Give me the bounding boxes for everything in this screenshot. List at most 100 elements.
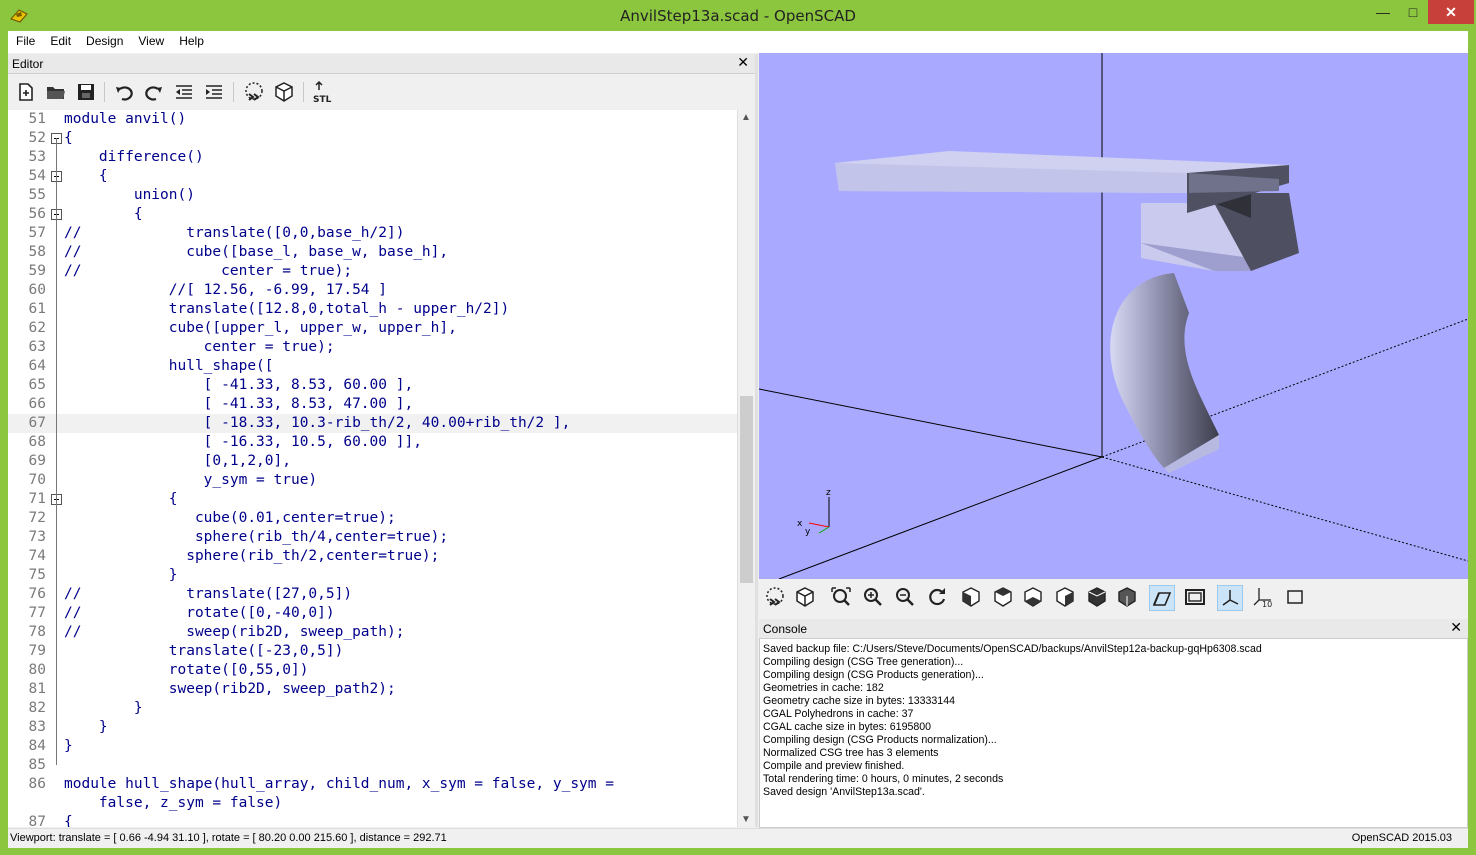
code-line[interactable]: 54 { bbox=[8, 167, 737, 186]
scroll-down-icon[interactable]: ▼ bbox=[741, 814, 751, 825]
code-line[interactable]: 75 } bbox=[8, 566, 737, 585]
export-stl-icon[interactable]: STL bbox=[311, 80, 335, 105]
new-file-icon[interactable] bbox=[14, 80, 38, 104]
render-icon[interactable] bbox=[272, 80, 296, 104]
code-line[interactable]: 66 [ -41.33, 8.53, 47.00 ], bbox=[8, 395, 737, 414]
maximize-button[interactable]: □ bbox=[1398, 0, 1428, 24]
3d-viewport[interactable]: z x y bbox=[759, 53, 1468, 579]
editor-vertical-scrollbar[interactable]: ▲ ▼ bbox=[737, 110, 755, 827]
preview-icon[interactable] bbox=[763, 585, 787, 609]
scroll-up-icon[interactable]: ▲ bbox=[741, 112, 751, 123]
line-number: 71 bbox=[28, 491, 46, 507]
code-line[interactable]: 60 //[ 12.56, -6.99, 17.54 ] bbox=[8, 281, 737, 300]
view-right-icon[interactable] bbox=[959, 585, 983, 609]
show-axes-icon[interactable] bbox=[1217, 585, 1243, 611]
window-frame-left bbox=[0, 31, 8, 855]
code-line[interactable]: 63 center = true); bbox=[8, 338, 737, 357]
code-line[interactable]: 74 sphere(rib_th/2,center=true); bbox=[8, 547, 737, 566]
console-label: Console bbox=[763, 622, 808, 636]
menu-view[interactable]: View bbox=[130, 31, 171, 48]
console-line: Geometry cache size in bytes: 13333144 bbox=[763, 695, 955, 707]
code-line[interactable]: 73 sphere(rib_th/4,center=true); bbox=[8, 528, 737, 547]
indent-icon[interactable] bbox=[202, 80, 226, 104]
code-line[interactable]: 64 hull_shape([ bbox=[8, 357, 737, 376]
console-line: Compiling design (CSG Products normaliza… bbox=[763, 734, 997, 746]
console-line: Normalized CSG tree has 3 elements bbox=[763, 747, 939, 759]
svg-text:STL: STL bbox=[313, 95, 332, 104]
zoom-out-icon[interactable] bbox=[893, 585, 917, 609]
code-line[interactable]: 62 cube([upper_l, upper_w, upper_h], bbox=[8, 319, 737, 338]
code-line[interactable]: 84} bbox=[8, 737, 737, 756]
scrollbar-thumb[interactable] bbox=[740, 396, 753, 583]
unindent-icon[interactable] bbox=[172, 80, 196, 104]
line-number: 54 bbox=[28, 168, 46, 184]
view-top-icon[interactable] bbox=[991, 585, 1015, 609]
code-line[interactable]: 51 module anvil() bbox=[8, 110, 737, 129]
console-line: CGAL cache size in bytes: 6195800 bbox=[763, 721, 932, 733]
console-close-icon[interactable]: ✕ bbox=[1450, 619, 1462, 636]
code-text: false, z_sym = false) bbox=[64, 795, 283, 811]
code-text: [0,1,2,0], bbox=[64, 453, 291, 469]
minimize-button[interactable]: — bbox=[1368, 0, 1398, 24]
axis-z-label: z bbox=[826, 488, 831, 498]
code-line[interactable]: 70 y_sym = true) bbox=[8, 471, 737, 490]
code-line[interactable]: 55 union() bbox=[8, 186, 737, 205]
code-line[interactable]: 81 sweep(rib2D, sweep_path2); bbox=[8, 680, 737, 699]
code-line[interactable]: 78 // sweep(rib2D, sweep_path); bbox=[8, 623, 737, 642]
code-line[interactable]: 85 bbox=[8, 756, 737, 775]
view-front-icon[interactable] bbox=[1085, 585, 1109, 609]
code-text: center = true); bbox=[64, 339, 335, 355]
code-line[interactable]: 53 difference() bbox=[8, 148, 737, 167]
code-line[interactable]: 87 { bbox=[8, 813, 737, 827]
code-line[interactable]: 79 translate([-23,0,5]) bbox=[8, 642, 737, 661]
code-line[interactable]: 72 cube(0.01,center=true); bbox=[8, 509, 737, 528]
view-back-icon[interactable] bbox=[1115, 585, 1139, 609]
code-line[interactable]: 86 module hull_shape(hull_array, child_nu… bbox=[8, 775, 737, 794]
menu-edit[interactable]: Edit bbox=[42, 31, 78, 48]
code-line[interactable]: 82 } bbox=[8, 699, 737, 718]
code-line[interactable]: 61 translate([12.8,0,total_h - upper_h/2… bbox=[8, 300, 737, 319]
close-button[interactable]: ✕ bbox=[1428, 0, 1474, 24]
code-line[interactable]: 65 [ -41.33, 8.53, 60.00 ], bbox=[8, 376, 737, 395]
line-number: 83 bbox=[28, 719, 46, 735]
code-line[interactable]: 76 // translate([27,0,5]) bbox=[8, 585, 737, 604]
undo-icon[interactable] bbox=[112, 80, 136, 104]
title-bar[interactable]: AnvilStep13a.scad - OpenSCAD — □ ✕ bbox=[0, 0, 1476, 31]
menu-help[interactable]: Help bbox=[171, 31, 211, 48]
console-output[interactable]: Saved backup file: C:/Users/Steve/Docume… bbox=[759, 638, 1468, 828]
code-line[interactable]: 57 // translate([0,0,base_h/2]) bbox=[8, 224, 737, 243]
code-line[interactable]: 52 { bbox=[8, 129, 737, 148]
orthogonal-icon[interactable] bbox=[1183, 585, 1207, 609]
redo-icon[interactable] bbox=[142, 80, 166, 104]
view-all-icon[interactable] bbox=[829, 585, 853, 609]
code-line[interactable]: 83 } bbox=[8, 718, 737, 737]
show-scale-markers-icon[interactable]: 10 bbox=[1251, 585, 1275, 609]
code-line[interactable]: 71 { bbox=[8, 490, 737, 509]
code-line[interactable]: 68 [ -16.33, 10.5, 60.00 ]], bbox=[8, 433, 737, 452]
code-editor[interactable]: 51 module anvil() 52{53 difference() 54 {55… bbox=[8, 110, 737, 827]
menu-file[interactable]: File bbox=[8, 31, 42, 48]
code-line[interactable]: 56 { bbox=[8, 205, 737, 224]
save-file-icon[interactable] bbox=[74, 80, 98, 104]
code-line[interactable]: 58 // cube([base_l, base_w, base_h], bbox=[8, 243, 737, 262]
panel-splitter[interactable] bbox=[755, 54, 758, 827]
render-icon[interactable] bbox=[793, 585, 817, 609]
view-left-icon[interactable] bbox=[1053, 585, 1077, 609]
perspective-icon[interactable] bbox=[1149, 585, 1175, 611]
code-line[interactable]: 77 // rotate([0,-40,0]) bbox=[8, 604, 737, 623]
preview-icon[interactable] bbox=[242, 80, 266, 104]
code-line[interactable]: 80 rotate([0,55,0]) bbox=[8, 661, 737, 680]
reset-view-icon[interactable] bbox=[925, 585, 949, 609]
show-edges-icon[interactable] bbox=[1283, 585, 1307, 609]
editor-close-icon[interactable]: ✕ bbox=[737, 54, 749, 71]
code-line[interactable]: 69 [0,1,2,0], bbox=[8, 452, 737, 471]
openscad-window: AnvilStep13a.scad - OpenSCAD — □ ✕ File E… bbox=[0, 0, 1476, 855]
view-bottom-icon[interactable] bbox=[1021, 585, 1045, 609]
menu-design[interactable]: Design bbox=[78, 31, 130, 48]
code-line[interactable]: false, z_sym = false) bbox=[8, 794, 737, 813]
code-line[interactable]: 67 [ -18.33, 10.3-rib_th/2, 40.00+rib_th… bbox=[8, 414, 737, 433]
code-line[interactable]: 59 // center = true); bbox=[8, 262, 737, 281]
zoom-in-icon[interactable] bbox=[861, 585, 885, 609]
open-file-icon[interactable] bbox=[44, 80, 68, 104]
line-number: 73 bbox=[28, 529, 46, 545]
